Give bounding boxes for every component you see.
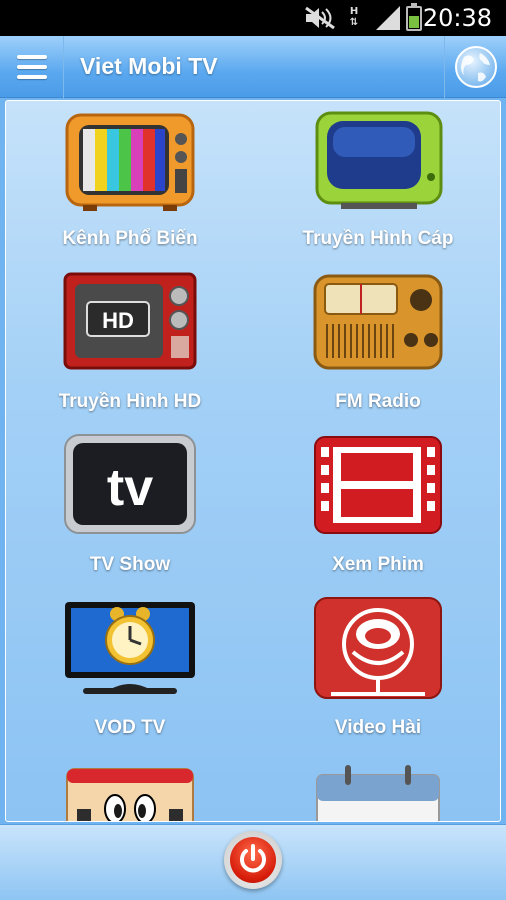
app-title: Viet Mobi TV — [80, 53, 218, 79]
menu-button[interactable] — [0, 36, 64, 98]
grid-item-tv-show[interactable]: tv TV Show — [6, 427, 254, 590]
grid-item-label: Xem Phim — [332, 554, 424, 575]
grid-item-video-hai[interactable]: Video Hài — [254, 590, 500, 753]
grid-item-label: Truyền Hình Cáp — [302, 228, 454, 249]
grid-item-truyen-hinh-cap[interactable]: Truyền Hình Cáp — [254, 101, 500, 264]
grid-item-truyen-hinh-hd[interactable]: HD Truyền Hình HD — [6, 264, 254, 427]
status-bar: H ⇅ 20:38 — [0, 0, 506, 36]
svg-text:tv: tv — [107, 459, 153, 517]
green-crt-tv-icon — [315, 111, 443, 209]
radio-icon — [313, 274, 443, 370]
grid-item-calendar[interactable]: 15 — [254, 753, 500, 822]
mute-icon — [305, 6, 335, 30]
grid-item-label: Kênh Phổ Biến — [62, 228, 198, 249]
calendar-icon: 15 — [316, 765, 440, 822]
grid-item-kenh-pho-bien[interactable]: Kênh Phổ Biến — [6, 101, 254, 264]
action-bar: Viet Mobi TV — [0, 36, 506, 98]
grid-item-xem-phim[interactable]: Xem Phim — [254, 427, 500, 590]
grid-item-label: FM Radio — [335, 391, 421, 412]
grid-item-label: Truyền Hình HD — [58, 391, 202, 412]
clown-face-icon — [314, 597, 442, 699]
alarm-clock-tv-icon — [65, 602, 195, 694]
grid-item-fm-radio[interactable]: FM Radio — [254, 264, 500, 427]
battery-icon — [406, 3, 422, 31]
globe-icon — [455, 46, 497, 88]
grid-item-label: Video Hài — [334, 717, 422, 738]
grid-item-label: VOD TV — [94, 717, 166, 738]
calendar-day-text: 15 — [356, 820, 401, 822]
film-strip-icon — [314, 436, 442, 534]
globe-button[interactable] — [444, 36, 506, 98]
grid-item-vod-tv[interactable]: VOD TV — [6, 590, 254, 753]
tv-show-icon: tv — [64, 434, 196, 534]
retro-color-tv-icon — [65, 113, 195, 211]
mario-face-icon — [66, 768, 194, 821]
grid-item-label: TV Show — [89, 554, 171, 575]
hamburger-icon — [17, 55, 47, 59]
grid-item-mario[interactable] — [6, 753, 254, 821]
network-h-icon: H ⇅ — [349, 6, 359, 28]
channel-grid: Kênh Phổ Biến Truyền Hình Cáp HD Truyền … — [5, 100, 501, 822]
power-icon — [240, 844, 266, 873]
hd-tv-icon: HD — [63, 272, 197, 370]
clock: 20:38 — [422, 4, 492, 32]
signal-icon — [376, 6, 400, 30]
hamburger-line — [17, 75, 47, 79]
svg-text:HD: HD — [102, 308, 134, 333]
hamburger-line — [17, 65, 47, 69]
power-button[interactable] — [224, 831, 282, 889]
bottom-bar — [0, 824, 506, 900]
